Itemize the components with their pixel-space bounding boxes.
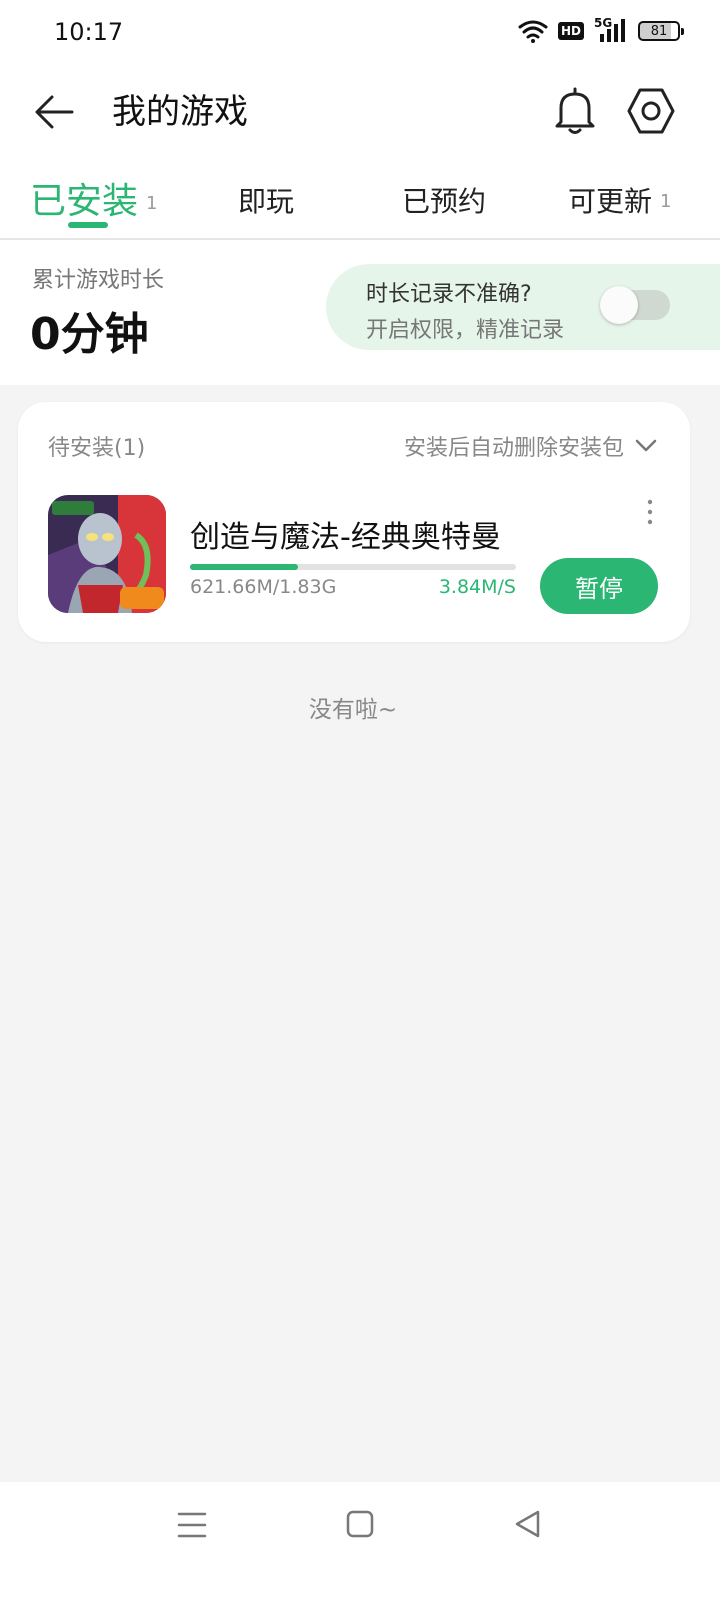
chevron-down-icon[interactable] [634,434,658,458]
battery-icon: 81 [638,21,684,41]
tab-updatable-count: 1 [660,191,672,212]
battery-level: 81 [650,23,668,39]
wifi-icon [518,20,548,43]
game-app-icon[interactable] [48,495,166,613]
home-icon[interactable] [344,1508,376,1540]
menu-icon[interactable] [176,1510,208,1540]
game-title[interactable]: 创造与魔法-经典奥特曼 [190,512,501,556]
bell-icon[interactable] [552,86,598,136]
auto-delete-option[interactable]: 安装后自动删除安装包 [404,430,624,462]
cellular-signal-icon: 5G [594,16,628,44]
download-size-progress: 621.66M/1.83G [190,576,337,598]
download-progress-fill [190,564,299,570]
download-speed: 3.84M/S [438,576,516,598]
permission-prompt-title: 时长记录不准确? [366,282,532,307]
tab-installed[interactable]: 已安装 1 [30,172,157,224]
status-icons: HD 5G 81 [518,16,684,44]
tab-reserved[interactable]: 已预约 [402,180,486,220]
back-arrow-icon[interactable] [30,88,78,136]
tab-instant-play[interactable]: 即玩 [238,180,294,220]
back-triangle-icon[interactable] [512,1508,544,1540]
pause-button[interactable]: 暂停 [540,558,658,614]
end-of-list-note: 没有啦~ [308,697,398,723]
hd-badge: HD [557,22,584,40]
playtime-value: 0分钟 [30,309,149,360]
permission-prompt-subtitle: 开启权限，精准记录 [366,318,565,343]
tab-updatable[interactable]: 可更新 1 [568,180,671,220]
download-card: 待安装(1) 安装后自动删除安装包 创造与魔法-经典奥特曼 621.66M/1.… [18,402,690,642]
permission-toggle[interactable] [600,286,670,324]
tab-installed-count: 1 [146,193,158,214]
tab-instant-play-label: 即玩 [238,185,295,218]
status-time: 10:17 [54,18,124,46]
tab-bar: 已安装 1 即玩 已预约 可更新 1 [0,168,720,240]
playtime-label: 累计游戏时长 [32,268,165,293]
tab-reserved-label: 已预约 [402,185,487,218]
toggle-knob [600,286,638,324]
permission-prompt[interactable]: 时长记录不准确? 开启权限，精准记录 [326,264,720,350]
download-progress-bar [190,564,516,570]
settings-icon[interactable] [626,86,676,136]
system-nav-bar [0,1482,720,1600]
active-tab-indicator [68,222,108,228]
tab-updatable-label: 可更新 [568,185,653,218]
page-title: 我的游戏 [112,92,248,132]
more-options-icon[interactable] [640,498,660,526]
pending-install-label: 待安装(1) [48,436,146,461]
tab-installed-label: 已安装 [30,181,139,222]
